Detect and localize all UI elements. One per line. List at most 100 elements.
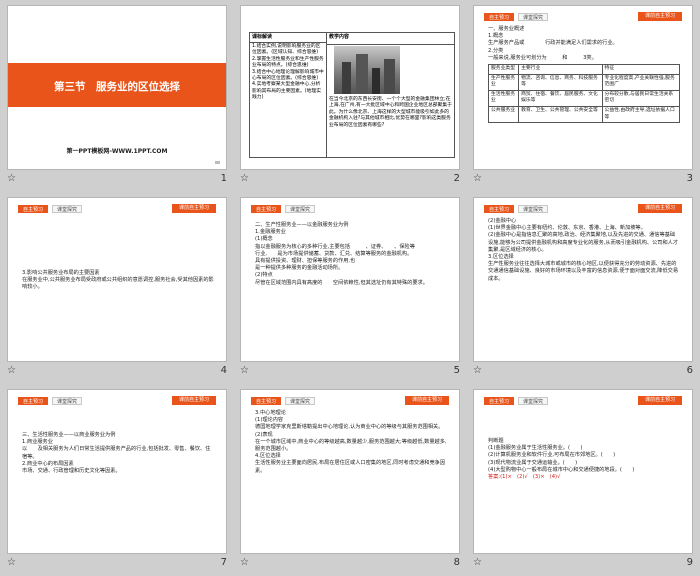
slide-8-canvas: 自主预习 课堂探究 课前自主预习 3.中心地理论 (1)理论内容 德国地理学家克… — [240, 389, 460, 554]
slide-footer: ☆ 3 — [473, 173, 693, 187]
slide-5-canvas: 自主预习 课堂探究 二、生产性服务业——以金融服务业为例 1.金融服务业 (1)… — [240, 197, 460, 362]
slide-7-canvas: 自主预习 课堂探究 课前自主预习 三、生活性服务业——以商业服务业为例 1.商业… — [7, 389, 227, 554]
slide-number: 2 — [453, 173, 460, 184]
curriculum-item: 3.结合中心地理论理解影响城市中心布局的区位因素。(综合思维) — [252, 69, 324, 82]
table-header: 特征 — [601, 64, 681, 75]
answer-line: 答案:(1)× (2)√ (3)× (4)√ — [488, 474, 561, 481]
left-header: 课标解读 — [250, 33, 326, 43]
table-header: 主要行业 — [518, 64, 603, 75]
slide-thumbnail-5[interactable]: 自主预习 课堂探究 二、生产性服务业——以金融服务业为例 1.金融服务业 (1)… — [236, 193, 464, 383]
slide-corner-mark — [215, 161, 220, 164]
section-tag: 课前自主预习 — [637, 12, 682, 21]
slide-number: 8 — [453, 557, 460, 568]
star-icon[interactable]: ☆ — [7, 173, 16, 184]
right-text: 在当今北京的东西长安街、一个个大型的金融集团林立;在上海,在广州,有一大批区域中… — [329, 97, 452, 128]
slide-footer: ☆ 9 — [473, 557, 693, 571]
star-icon[interactable]: ☆ — [473, 557, 482, 568]
text-line: (2)特点 — [255, 272, 273, 279]
star-icon[interactable]: ☆ — [240, 173, 249, 184]
text-line: 以 及相关服务为人们日常生活提供服务产品的行业,包括批发、零售、餐饮、住宿等。 — [22, 446, 211, 460]
table-row: 生产性服务业 物流、咨询、信息、商务、科技服务等 专业化程度高,产业关联性强,服务范… — [487, 73, 681, 91]
tab-explore[interactable]: 课堂探究 — [52, 205, 83, 213]
slide-body: 3.中心地理论 (1)理论内容 德国地理学家克里斯塔勒提出中心地理论,认为商业中… — [255, 410, 447, 475]
star-icon[interactable]: ☆ — [473, 365, 482, 376]
tab-explore[interactable]: 课堂探究 — [518, 397, 549, 405]
text-line: 生产服务产品或 — [488, 40, 525, 47]
slide-thumbnail-9[interactable]: 自主预习 课堂探究 课前自主预习 判断题 (1)金融服务业属于生活性服务业。( … — [469, 385, 697, 575]
tab-bar: 自主预习 课堂探究 — [18, 397, 83, 405]
text-line: 、保险等 — [394, 243, 415, 250]
slide-body: 二、生产性服务业——以金融服务业为例 1.金融服务业 (1)概念 指以金融服务为… — [255, 222, 447, 287]
slide-9-canvas: 自主预习 课堂探究 课前自主预习 判断题 (1)金融服务业属于生活性服务业。( … — [473, 389, 693, 554]
text-line: 生活性服务业主要面向居民,布局在居住区或人口密集的地区,同时考虑交通和竞争因素。 — [255, 460, 446, 474]
text-line: (2)计算机服务业和软件行业,可布局在市郊地区。( ) — [488, 452, 616, 459]
text-line: 在服务业中,公共服务业布局受政府或公共组织的意愿调控,服务社会,受其他因素的影响… — [22, 277, 214, 291]
star-icon[interactable]: ☆ — [7, 365, 16, 376]
tab-explore[interactable]: 课堂探究 — [518, 13, 549, 21]
curriculum-item: 1.结合实例,说明影响服务业的区位因素。(区域认知、综合思维) — [252, 44, 321, 56]
slide-thumbnail-6[interactable]: 自主预习 课堂探究 课前自主预习 (2)金融中心 (1)世界金融中心主要有纽约、… — [469, 193, 697, 383]
tab-preview[interactable]: 自主预习 — [18, 205, 49, 213]
slide-1-canvas: 第三节 服务业的区位选择 第一PPT模板网-WWW.1PPT.COM — [7, 5, 227, 170]
text-line: 2.分类 — [488, 47, 504, 54]
text-line: 行政并能满足人们需求的行业。 — [545, 40, 618, 47]
tab-preview[interactable]: 自主预习 — [251, 205, 282, 213]
section-tag: 课前自主预习 — [171, 396, 216, 405]
tab-explore[interactable]: 课堂探究 — [518, 205, 549, 213]
tab-preview[interactable]: 自主预习 — [484, 13, 515, 21]
text-line: 1.金融服务业 — [255, 229, 286, 236]
text-line: 但其选址仍有其特殊的要求。 — [360, 279, 428, 286]
text-line: 3类。 — [583, 54, 597, 61]
text-line: (1)概念 — [255, 236, 273, 243]
tab-explore[interactable]: 课堂探究 — [285, 397, 316, 405]
text-line: 是为市场提供储蓄、贷款、汇兑、结算等服务的金融机构。 — [277, 250, 413, 257]
tab-preview[interactable]: 自主预习 — [484, 205, 515, 213]
slide-thumbnail-2[interactable]: 课标解读 1.结合实例,说明影响服务业的区位因素。(区域认知、综合思维) 2.掌… — [236, 1, 464, 191]
slide-2-canvas: 课标解读 1.结合实例,说明影响服务业的区位因素。(区域认知、综合思维) 2.掌… — [240, 5, 460, 170]
table-row: 生活性服务业 商贸、住宿、餐饮、居民服务、文化娱乐等 分布较分散,与居民日常生活关系… — [487, 89, 681, 107]
text-line: 德国地理学家克里斯塔勒提出中心地理论,认为商业中心的等级与其服务范围相关。 — [255, 424, 444, 431]
text-line: 2.商业中心的布局因素 — [22, 460, 74, 467]
star-icon[interactable]: ☆ — [240, 557, 249, 568]
text-line: (2)表现 — [255, 431, 273, 438]
slide-3-canvas: 自主预习 课堂探究 课前自主预习 一、服务业概述 1.概念 生产服务产品或 行政… — [473, 5, 693, 170]
slide-thumbnail-8[interactable]: 自主预习 课堂探究 课前自主预习 3.中心地理论 (1)理论内容 德国地理学家克… — [236, 385, 464, 575]
slide-footer: ☆ 1 — [7, 173, 227, 187]
table-row: 公共服务业 教育、卫生、公共管理、公共安全等 公益性,由政府主导,选址依据人口等 — [487, 105, 681, 124]
slide-6-canvas: 自主预习 课堂探究 课前自主预习 (2)金融中心 (1)世界金融中心主要有纽约、… — [473, 197, 693, 362]
slide-body: 判断题 (1)金融服务业属于生活性服务业。( ) (2)计算机服务业和软件行业,… — [488, 438, 680, 481]
slide-number: 3 — [686, 173, 693, 184]
heading: 3.中心地理论 — [255, 410, 286, 416]
heading: 一、服务业概述 — [488, 26, 525, 32]
tab-preview[interactable]: 自主预习 — [18, 397, 49, 405]
tab-preview[interactable]: 自主预习 — [484, 397, 515, 405]
tab-bar: 自主预习 课堂探究 — [18, 205, 83, 213]
star-icon[interactable]: ☆ — [240, 365, 249, 376]
slide-thumbnail-4[interactable]: 自主预习 课堂探究 课前自主预习 3.影响公共服务业布局的主要因素 在服务业中,… — [3, 193, 231, 383]
text-line: 尽管在区域范围内具有高度的 — [255, 279, 323, 286]
star-icon[interactable]: ☆ — [473, 173, 482, 184]
slide-thumbnail-3[interactable]: 自主预习 课堂探究 课前自主预习 一、服务业概述 1.概念 生产服务产品或 行政… — [469, 1, 697, 191]
tab-explore[interactable]: 课堂探究 — [52, 397, 83, 405]
curriculum-item: 4.实地考察某大型金融中心,分析影响其布局的主要因素。(地理实践力) — [252, 82, 322, 101]
star-icon[interactable]: ☆ — [7, 557, 16, 568]
slide-2-table: 课标解读 1.结合实例,说明影响服务业的区位因素。(区域认知、综合思维) 2.掌… — [249, 32, 455, 158]
section-tag: 课前自主预习 — [637, 396, 682, 405]
city-photo — [334, 46, 400, 94]
slide-number: 5 — [453, 365, 460, 376]
slide-number: 9 — [686, 557, 693, 568]
slide-footer: ☆ 8 — [240, 557, 460, 571]
tab-preview[interactable]: 自主预习 — [251, 397, 282, 405]
slide-number: 6 — [686, 365, 693, 376]
slide-title: 第三节 服务业的区位选择 — [54, 81, 180, 93]
slide-footer: ☆ 7 — [7, 557, 227, 571]
left-items: 1.结合实例,说明影响服务业的区位因素。(区域认知、综合思维) 2.掌握生活性服… — [250, 43, 326, 103]
tab-explore[interactable]: 课堂探究 — [285, 205, 316, 213]
slide-thumbnail-1[interactable]: 第三节 服务业的区位选择 第一PPT模板网-WWW.1PPT.COM ☆ 1 — [3, 1, 231, 191]
text-line: 一般来说,服务业可划分为 — [488, 54, 547, 61]
text-line: (4)大型购物中心一般布局在城市中心和交通便捷的地段。( ) — [488, 466, 635, 473]
slide-body: (2)金融中心 (1)世界金融中心主要有纽约、伦敦、东京、香港、上海、新加坡等。… — [488, 218, 680, 283]
text-line: 指以金融服务为核心的多种行业,主要包括 — [255, 243, 351, 250]
slide-thumbnail-7[interactable]: 自主预习 课堂探究 课前自主预习 三、生活性服务业——以商业服务业为例 1.商业… — [3, 385, 231, 575]
section-tag: 课前自主预习 — [171, 204, 216, 213]
